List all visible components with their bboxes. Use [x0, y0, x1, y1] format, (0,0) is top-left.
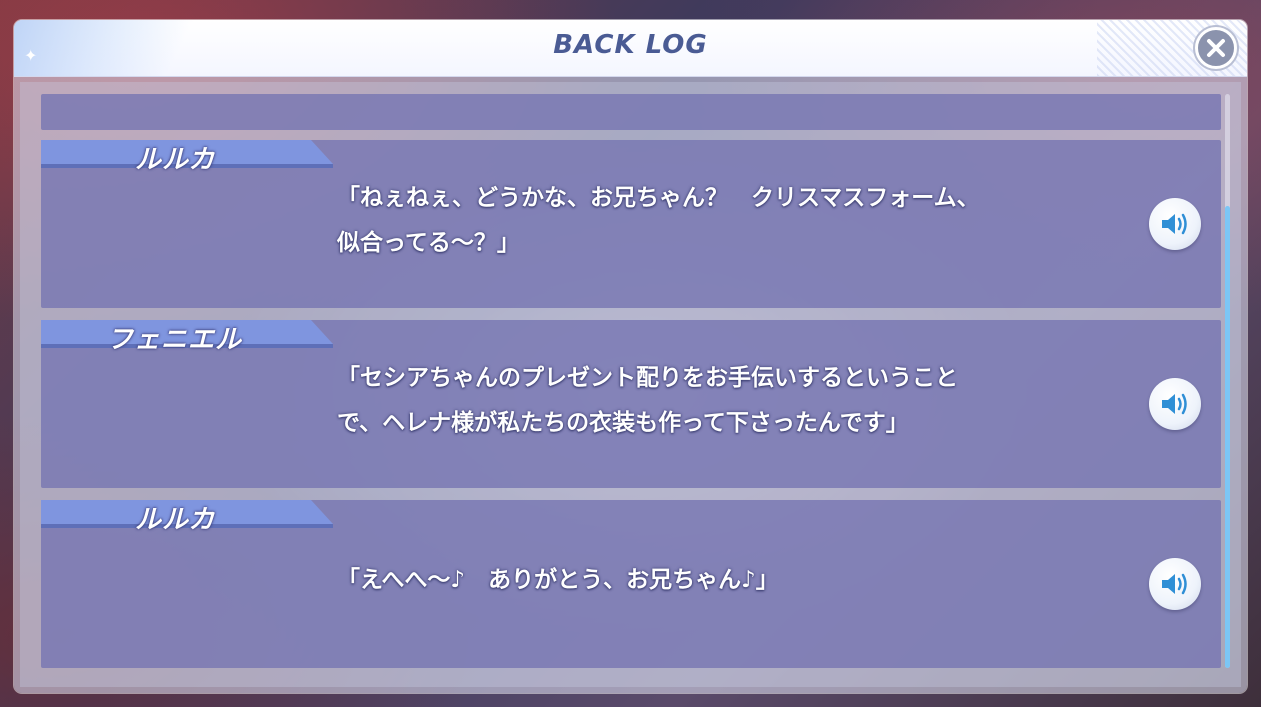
voice-replay-button[interactable]	[1149, 378, 1201, 430]
dialogue-text: 「セシアちゃんのプレゼント配りをお手伝いするということ で、ヘレナ様が私たちの衣…	[337, 356, 1117, 446]
log-entry: ルルカ 「ねぇねぇ、どうかな、お兄ちゃん？ クリスマスフォーム、 似合ってる～？…	[41, 140, 1221, 308]
dialogue-line: 「えへへ～♪ ありがとう、お兄ちゃん♪」	[337, 567, 779, 593]
log-entry-partial	[41, 94, 1221, 130]
log-entry: フェニエル 「セシアちゃんのプレゼント配りをお手伝いするということ で、ヘレナ様…	[41, 320, 1221, 488]
speaker-name-tab: ルルカ	[41, 500, 333, 535]
voice-replay-button[interactable]	[1149, 558, 1201, 610]
scrollbar-thumb[interactable]	[1225, 206, 1230, 668]
speaker-name-tab: フェニエル	[41, 320, 333, 355]
voice-replay-button[interactable]	[1149, 198, 1201, 250]
title-bar: ✦ BACK LOG	[14, 20, 1247, 77]
dialogue-line: 「セシアちゃんのプレゼント配りをお手伝いするということ	[337, 365, 958, 391]
speaker-name: ルルカ	[135, 145, 216, 175]
speaker-name: ルルカ	[135, 505, 216, 535]
dialogue-text: 「えへへ～♪ ありがとう、お兄ちゃん♪」	[337, 558, 1117, 603]
close-button[interactable]	[1195, 27, 1237, 69]
dialogue-line: で、ヘレナ様が私たちの衣装も作って下さったんです」	[337, 410, 909, 436]
scrollbar[interactable]	[1225, 94, 1230, 668]
backlog-window: ✦ BACK LOG ルルカ 「ねぇねぇ、どうかな、お兄ちゃん？ クリスマスフォ…	[14, 20, 1247, 693]
dialogue-line: 「ねぇねぇ、どうかな、お兄ちゃん？ クリスマスフォーム、	[337, 185, 980, 211]
dialogue-line: 似合ってる～？」	[337, 230, 520, 256]
speaker-icon	[1162, 393, 1187, 415]
speaker-name-tab: ルルカ	[41, 140, 333, 175]
log-list[interactable]: ルルカ 「ねぇねぇ、どうかな、お兄ちゃん？ クリスマスフォーム、 似合ってる～？…	[20, 82, 1241, 687]
speaker-name: フェニエル	[107, 325, 243, 355]
close-icon	[1207, 39, 1225, 57]
log-entry: ルルカ 「えへへ～♪ ありがとう、お兄ちゃん♪」	[41, 500, 1221, 668]
speaker-icon	[1162, 573, 1187, 595]
speaker-icon	[1162, 213, 1187, 235]
page-title: BACK LOG	[553, 30, 708, 60]
dialogue-text: 「ねぇねぇ、どうかな、お兄ちゃん？ クリスマスフォーム、 似合ってる～？」	[337, 176, 1117, 266]
